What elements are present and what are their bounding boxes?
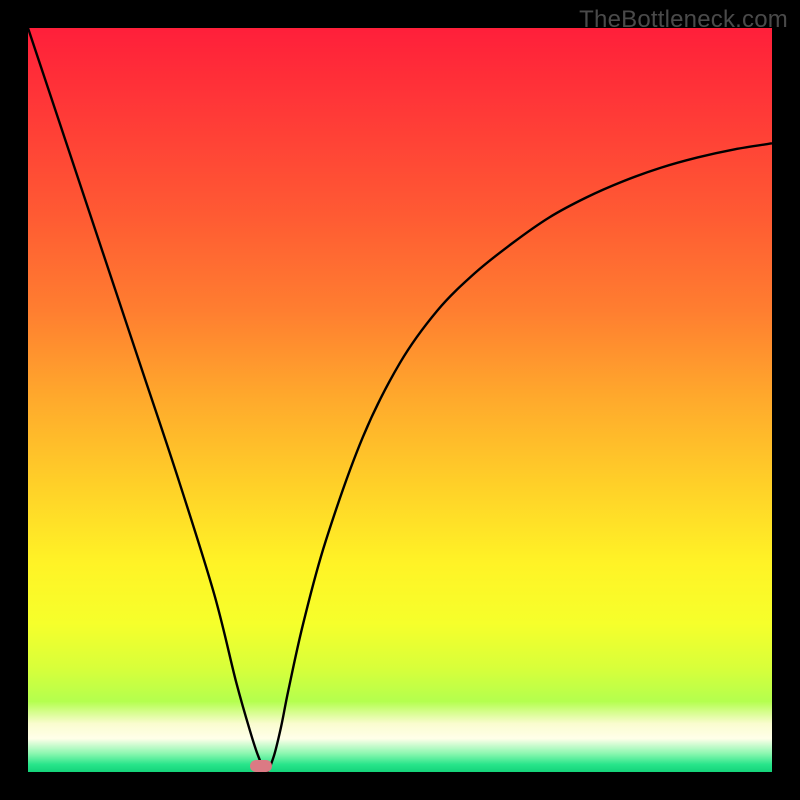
gradient-background [28,28,772,772]
watermark-text: TheBottleneck.com [579,6,788,34]
optimal-point-marker [250,760,272,772]
bottleneck-plot [0,0,800,800]
chart-frame: TheBottleneck.com [0,0,800,800]
